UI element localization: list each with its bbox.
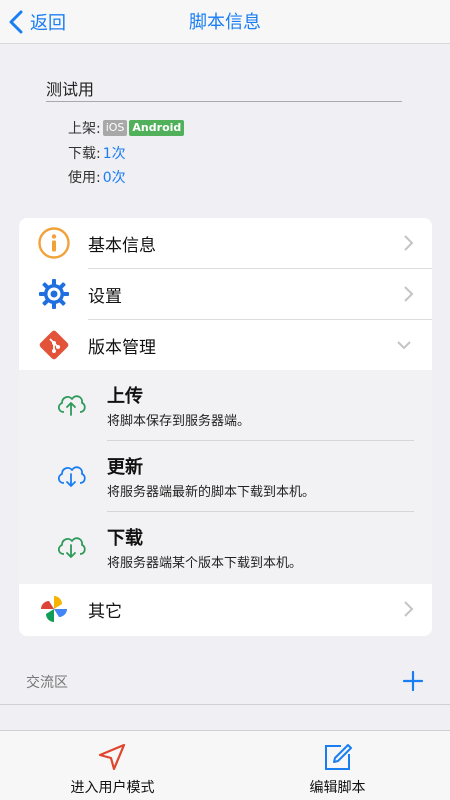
menu-card: 基本信息 设置 版本管理 上传 将脚本保存到服务器端。 更新 将服务器端最新的脚… bbox=[19, 218, 432, 636]
upload-description: 将脚本保存到服务器端。 bbox=[107, 414, 251, 429]
divider bbox=[0, 704, 450, 705]
menu-item-version-management[interactable]: 版本管理 bbox=[19, 320, 432, 370]
ios-badge: iOS bbox=[102, 120, 128, 136]
forum-section-label: 交流区 bbox=[26, 675, 68, 691]
menu-label-basic-info: 基本信息 bbox=[88, 235, 156, 256]
cloud-download-icon bbox=[57, 466, 86, 487]
page-title: 脚本信息 bbox=[189, 12, 261, 33]
chevron-right-icon bbox=[404, 286, 414, 302]
android-badge: Android bbox=[129, 120, 185, 136]
platform-label: 上架: bbox=[68, 121, 101, 137]
git-icon bbox=[37, 328, 71, 362]
upload-action[interactable]: 上传 将脚本保存到服务器端。 bbox=[19, 370, 432, 440]
uses-value: 0次 bbox=[102, 170, 126, 186]
update-title: 更新 bbox=[107, 457, 143, 478]
nav-bar: 返回 脚本信息 bbox=[0, 0, 450, 44]
info-icon bbox=[37, 226, 71, 260]
edit-script-button[interactable]: 编辑脚本 bbox=[225, 731, 450, 800]
update-description: 将服务器端最新的脚本下载到本机。 bbox=[107, 485, 316, 500]
plus-icon[interactable] bbox=[402, 670, 424, 692]
script-name-field[interactable]: 测试用 bbox=[46, 76, 402, 102]
downloads-value: 1次 bbox=[102, 146, 126, 162]
navigation-arrow-icon bbox=[98, 743, 126, 771]
platform-row: 上架: iOS Android bbox=[68, 118, 185, 138]
download-description: 将服务器端某个版本下载到本机。 bbox=[107, 556, 303, 571]
upload-title: 上传 bbox=[107, 386, 143, 407]
user-mode-label: 进入用户模式 bbox=[70, 780, 155, 796]
menu-label-version-management: 版本管理 bbox=[88, 337, 156, 358]
chevron-down-icon bbox=[397, 341, 411, 350]
edit-icon bbox=[325, 744, 352, 770]
uses-row: 使用: 0次 bbox=[68, 167, 126, 187]
uses-label: 使用: bbox=[68, 170, 101, 186]
gear-icon bbox=[37, 277, 71, 311]
download-title: 下载 bbox=[107, 528, 143, 549]
menu-item-basic-info[interactable]: 基本信息 bbox=[19, 218, 432, 268]
user-mode-button[interactable]: 进入用户模式 bbox=[0, 731, 225, 800]
menu-item-other[interactable]: 其它 bbox=[19, 584, 432, 634]
chevron-right-icon bbox=[404, 601, 414, 617]
chevron-right-icon bbox=[404, 235, 414, 251]
downloads-row: 下载: 1次 bbox=[68, 143, 126, 163]
downloads-label: 下载: bbox=[68, 146, 101, 162]
update-action[interactable]: 更新 将服务器端最新的脚本下载到本机。 bbox=[19, 441, 432, 511]
pinwheel-icon bbox=[37, 592, 71, 626]
menu-item-settings[interactable]: 设置 bbox=[19, 269, 432, 319]
cloud-upload-icon bbox=[57, 395, 86, 416]
download-action[interactable]: 下载 将服务器端某个版本下载到本机。 bbox=[19, 512, 432, 582]
edit-script-label: 编辑脚本 bbox=[309, 780, 366, 796]
version-actions-panel: 上传 将脚本保存到服务器端。 更新 将服务器端最新的脚本下载到本机。 下载 将服… bbox=[19, 370, 432, 584]
bottom-toolbar: 进入用户模式 编辑脚本 bbox=[0, 730, 450, 800]
cloud-download-icon bbox=[57, 537, 86, 558]
menu-label-other: 其它 bbox=[88, 601, 122, 622]
menu-label-settings: 设置 bbox=[88, 286, 122, 307]
